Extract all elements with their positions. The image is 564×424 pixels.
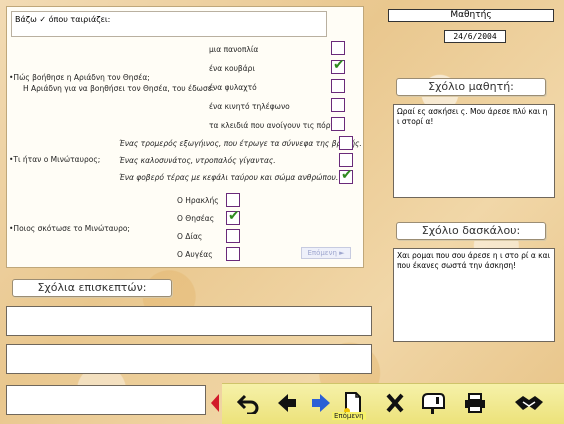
q3-option: Ο Θησέας [177, 214, 215, 223]
next-arrow-icon[interactable] [308, 390, 334, 416]
undo-icon[interactable] [236, 390, 262, 416]
q2-option: Ένας τρομερός εξωγήινος, που έτρωγε τα σ… [119, 139, 362, 148]
q1-checkbox[interactable] [331, 79, 345, 93]
q1-checkbox[interactable]: ✔ [331, 57, 345, 74]
instruction-text: Βάζω ✓ όπου ταιριάζει: [15, 15, 111, 24]
q1-checkbox[interactable] [331, 41, 345, 55]
next-button-small[interactable]: Επόμενη ► [301, 247, 351, 259]
visitor-comment-field[interactable] [6, 306, 372, 336]
q1-option: ένα φυλαχτό [209, 83, 257, 92]
checkmark-icon: ✔ [228, 208, 240, 224]
instruction-box: Βάζω ✓ όπου ταιριάζει: [11, 11, 327, 37]
teacher-comment-box[interactable]: Χαι ρομαι που σου άρεσε η ι στο ρί α και… [393, 248, 555, 342]
student-comment-text: Ωραί ες ασκήσει ς. Μου άρεσε πλύ και η ι… [397, 107, 548, 126]
q2-checkbox[interactable] [339, 153, 353, 167]
bottom-toolbar: Επόμενη [211, 383, 564, 424]
visitor-comment-field[interactable] [6, 385, 206, 415]
q2-checkbox[interactable] [339, 136, 353, 150]
previous-arrow-icon[interactable] [274, 390, 300, 416]
visitor-comments-label: Σχόλια επισκεπτών: [12, 279, 172, 297]
q1-question-sub: Η Αριάδνη για να βοηθήσει τον Θησέα, του… [23, 84, 215, 93]
student-name-field: Μαθητής [388, 9, 554, 22]
q3-checkbox[interactable] [226, 193, 240, 207]
q3-option: Ο Δίας [177, 232, 203, 241]
collapse-toolbar-icon[interactable] [208, 390, 222, 416]
q1-option: ένα κουβάρι [209, 64, 255, 73]
q1-checkbox[interactable] [331, 117, 345, 131]
handshake-icon[interactable] [512, 390, 546, 416]
q1-checkbox[interactable] [331, 98, 345, 112]
q1-option: μια πανοπλία [209, 45, 259, 54]
date-field: 24/6/2004 [444, 30, 506, 43]
q2-checkbox[interactable]: ✔ [339, 167, 353, 184]
student-comment-label: Σχόλιο μαθητή: [396, 78, 546, 96]
q2-question: •Τι ήταν ο Μινώταυρος; [9, 155, 101, 164]
teacher-comment-text: Χαι ρομαι που σου άρεσε η ι στο ρί α και… [397, 251, 551, 270]
student-comment-box[interactable]: Ωραί ες ασκήσει ς. Μου άρεσε πλύ και η ι… [393, 104, 555, 198]
checkmark-icon: ✔ [333, 57, 345, 73]
print-icon[interactable] [462, 390, 488, 416]
q1-option: τα κλειδιά που ανοίγουν τις πόρτες [209, 121, 344, 130]
delete-icon[interactable] [382, 390, 408, 416]
q2-option: Ένα φοβερό τέρας με κεφάλι ταύρου και σώ… [119, 173, 339, 182]
q1-option: ένα κινητό τηλέφωνο [209, 102, 290, 111]
quiz-panel: Βάζω ✓ όπου ταιριάζει: •Πώς βοήθησε η Αρ… [6, 6, 364, 268]
q3-checkbox[interactable] [226, 229, 240, 243]
next-label: Επόμενη [332, 412, 366, 420]
mailbox-icon[interactable] [420, 390, 446, 416]
q3-checkbox[interactable] [226, 247, 240, 261]
q3-checkbox[interactable]: ✔ [226, 208, 240, 225]
q2-option: Ένας καλοσυνάτος, ντροπαλός γίγαντας. [119, 156, 276, 165]
q3-option: Ο Ηρακλής [177, 196, 219, 205]
q3-option: Ο Αυγέας [177, 250, 213, 259]
q1-question: •Πώς βοήθησε η Αριάδνη τον Θησέα; [9, 73, 150, 82]
visitor-comment-field[interactable] [6, 344, 372, 374]
teacher-comment-label: Σχόλιο δασκάλου: [396, 222, 546, 240]
q3-question: •Ποιος σκότωσε το Μινώταυρο; [9, 224, 130, 233]
checkmark-icon: ✔ [341, 167, 353, 183]
